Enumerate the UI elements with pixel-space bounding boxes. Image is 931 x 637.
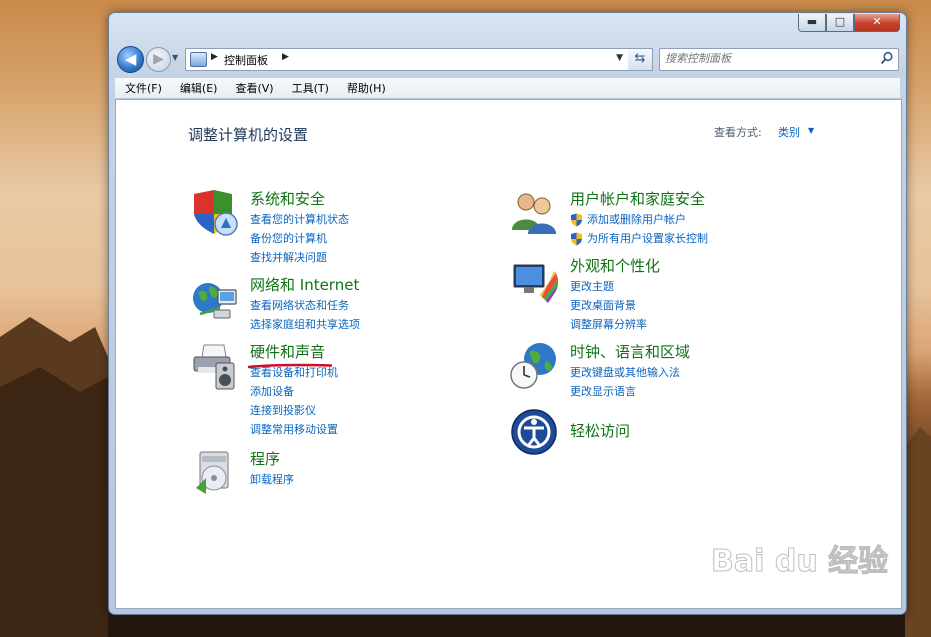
- minimize-button[interactable]: ▬: [798, 14, 826, 32]
- category-title[interactable]: 轻松访问: [570, 420, 630, 441]
- link-screen-resolution[interactable]: 调整屏幕分辨率: [570, 315, 647, 334]
- content-pane: 调整计算机的设置 查看方式: 类别 ▼ 系统和安全 查看您的计算机状态 备份您的…: [115, 99, 902, 609]
- link-devices-printers[interactable]: 查看设备和打印机: [250, 363, 338, 382]
- link-uninstall-program[interactable]: 卸载程序: [250, 470, 294, 489]
- category-title[interactable]: 时钟、语言和区域: [570, 341, 690, 362]
- navigation-bar: ◀ ▶ ▼ ▶ 控制面板 ▶ ▼ ⇆: [115, 45, 900, 73]
- link-desktop-background[interactable]: 更改桌面背景: [570, 296, 647, 315]
- link-homegroup-sharing[interactable]: 选择家庭组和共享选项: [250, 315, 360, 334]
- link-troubleshoot[interactable]: 查找并解决问题: [250, 248, 349, 267]
- programs-icon: [196, 451, 229, 494]
- ease-of-access-icon: [511, 409, 557, 455]
- watermark-logo: Bai du 经验: [710, 544, 889, 580]
- menu-tools[interactable]: 工具(T): [282, 80, 337, 96]
- menu-help[interactable]: 帮助(H): [337, 80, 394, 96]
- view-by-label: 查看方式:: [714, 126, 762, 139]
- view-by-dropdown-icon[interactable]: ▼: [808, 126, 814, 135]
- link-add-device[interactable]: 添加设备: [250, 382, 338, 401]
- breadcrumb-separator-icon[interactable]: ▶: [211, 52, 218, 62]
- monitor-palette-icon: [513, 264, 558, 303]
- category-title[interactable]: 用户帐户和家庭安全: [570, 188, 705, 209]
- category-links: 更改键盘或其他输入法 更改显示语言: [570, 363, 680, 401]
- forward-arrow-icon[interactable]: ▶: [146, 47, 171, 72]
- category-title[interactable]: 网络和 Internet: [250, 274, 359, 295]
- menu-file[interactable]: 文件(F): [115, 80, 170, 96]
- category-links: 更改主题 更改桌面背景 调整屏幕分辨率: [570, 277, 647, 334]
- shield-icon: [194, 190, 238, 236]
- address-dropdown-icon[interactable]: ▼: [616, 53, 623, 63]
- control-panel-window: ▬ □ ✕ ◀ ▶ ▼ ▶ 控制面板 ▶ ▼ ⇆ 文件(F) 编辑(E) 查看(…: [108, 12, 907, 615]
- category-links: 查看您的计算机状态 备份您的计算机 查找并解决问题: [250, 210, 349, 267]
- category-links: 添加或删除用户帐户 为所有用户设置家长控制: [570, 210, 708, 248]
- view-by-dropdown[interactable]: 类别: [778, 124, 800, 140]
- search-box[interactable]: [659, 48, 899, 71]
- menu-edit[interactable]: 编辑(E): [170, 80, 226, 96]
- address-bar[interactable]: ▶ 控制面板 ▶ ▼: [185, 48, 629, 71]
- globe-network-icon: [193, 283, 237, 319]
- breadcrumb-separator-icon[interactable]: ▶: [282, 52, 289, 62]
- watermark: Bai du 经验 jingyan.baidu.com: [710, 536, 911, 616]
- link-text[interactable]: 添加或删除用户帐户: [587, 210, 686, 229]
- category-title[interactable]: 程序: [250, 448, 280, 469]
- link-connect-projector[interactable]: 连接到投影仪: [250, 401, 338, 420]
- caption-buttons: ▬ □ ✕: [798, 14, 900, 32]
- link-backup-computer[interactable]: 备份您的计算机: [250, 229, 349, 248]
- refresh-icon[interactable]: ⇆: [628, 48, 653, 71]
- control-panel-icon: [190, 52, 207, 67]
- category-title[interactable]: 硬件和声音: [250, 341, 325, 362]
- link-keyboard-input[interactable]: 更改键盘或其他输入法: [570, 363, 680, 382]
- search-icon[interactable]: [880, 51, 894, 65]
- category-title[interactable]: 外观和个性化: [570, 255, 660, 276]
- category-title[interactable]: 系统和安全: [250, 188, 325, 209]
- category-links: 查看网络状态和任务 选择家庭组和共享选项: [250, 296, 360, 334]
- search-input[interactable]: [665, 51, 875, 66]
- link-text[interactable]: 为所有用户设置家长控制: [587, 229, 708, 248]
- menu-bar: 文件(F) 编辑(E) 查看(V) 工具(T) 帮助(H): [115, 78, 900, 99]
- uac-shield-icon: [571, 213, 582, 226]
- recent-pages-dropdown-icon[interactable]: ▼: [172, 53, 178, 62]
- link-display-language[interactable]: 更改显示语言: [570, 382, 680, 401]
- menu-view[interactable]: 查看(V): [225, 80, 281, 96]
- link-network-status[interactable]: 查看网络状态和任务: [250, 296, 360, 315]
- link-view-computer-status[interactable]: 查看您的计算机状态: [250, 210, 349, 229]
- close-button[interactable]: ✕: [854, 14, 900, 32]
- printer-speaker-icon: [193, 344, 235, 390]
- link-add-remove-accounts[interactable]: 添加或删除用户帐户: [570, 210, 708, 229]
- breadcrumb-control-panel[interactable]: 控制面板: [224, 52, 268, 68]
- watermark-url: jingyan.baidu.com: [713, 590, 852, 608]
- maximize-button[interactable]: □: [826, 14, 854, 32]
- back-arrow-icon[interactable]: ◀: [117, 46, 144, 73]
- category-links: 卸载程序: [250, 470, 294, 489]
- link-parental-controls[interactable]: 为所有用户设置家长控制: [570, 229, 708, 248]
- users-icon: [512, 193, 556, 234]
- page-title: 调整计算机的设置: [188, 126, 309, 144]
- link-change-theme[interactable]: 更改主题: [570, 277, 647, 296]
- category-links: 查看设备和打印机 添加设备 连接到投影仪 调整常用移动设置: [250, 363, 338, 439]
- uac-shield-icon: [571, 232, 582, 245]
- link-mobility-settings[interactable]: 调整常用移动设置: [250, 420, 338, 439]
- clock-globe-icon: [510, 343, 556, 389]
